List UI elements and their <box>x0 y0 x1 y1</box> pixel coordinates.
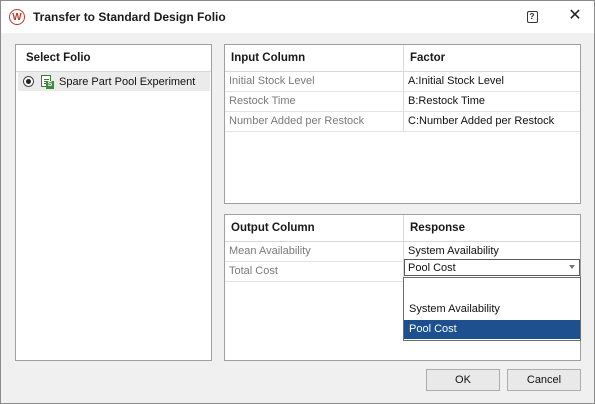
input-column-cell: Initial Stock Level <box>225 72 404 91</box>
response-dropdown-list: System Availability Pool Cost <box>403 277 581 341</box>
folio-list-item[interactable]: S Spare Part Pool Experiment <box>18 72 210 91</box>
input-mapping-grid: Input Column Factor Initial Stock Level … <box>224 44 581 204</box>
input-column-header: Input Column <box>225 45 404 71</box>
factor-column-header: Factor <box>410 52 446 64</box>
chevron-down-icon[interactable] <box>569 265 575 269</box>
folio-panel: Select Folio S Spare Part Pool Experimen… <box>15 44 212 361</box>
table-row[interactable]: Number Added per Restock C:Number Added … <box>225 112 580 132</box>
response-combobox-value: Pool Cost <box>408 262 456 274</box>
radio-selected-dot <box>26 79 31 84</box>
response-column-header: Response <box>410 222 465 234</box>
app-logo-icon: W <box>9 9 25 25</box>
folio-radio-button[interactable] <box>23 76 34 87</box>
output-grid-header: Output Column Response <box>225 215 580 242</box>
input-column-cell: Restock Time <box>225 92 404 111</box>
design-folio-icon: S <box>40 74 54 89</box>
help-button[interactable]: ? <box>525 10 539 24</box>
dialog-title: Transfer to Standard Design Folio <box>33 10 226 24</box>
input-grid-header: Input Column Factor <box>225 45 580 72</box>
factor-cell[interactable]: C:Number Added per Restock <box>404 112 580 131</box>
factor-cell[interactable]: A:Initial Stock Level <box>404 72 580 91</box>
folio-panel-header: Select Folio <box>16 45 211 72</box>
ok-button[interactable]: OK <box>426 369 500 391</box>
factor-cell[interactable]: B:Restock Time <box>404 92 580 111</box>
dropdown-option-system-availability[interactable]: System Availability <box>404 300 580 319</box>
folio-item-label: Spare Part Pool Experiment <box>59 75 196 88</box>
output-column-header: Output Column <box>225 215 404 241</box>
input-column-cell: Number Added per Restock <box>225 112 404 131</box>
table-row[interactable]: Initial Stock Level A:Initial Stock Leve… <box>225 72 580 92</box>
response-combobox[interactable]: Pool Cost <box>404 259 580 276</box>
dropdown-option-empty[interactable] <box>404 280 580 299</box>
cancel-button[interactable]: Cancel <box>507 369 581 391</box>
output-column-cell: Mean Availability <box>225 242 404 261</box>
close-icon: ✕ <box>568 7 582 24</box>
dropdown-option-pool-cost[interactable]: Pool Cost <box>404 320 580 339</box>
table-row[interactable]: Restock Time B:Restock Time <box>225 92 580 112</box>
close-button[interactable]: ✕ <box>567 8 583 24</box>
output-column-cell: Total Cost <box>225 262 404 281</box>
title-bar: W Transfer to Standard Design Folio ? ✕ <box>1 1 594 33</box>
help-icon: ? <box>526 11 538 23</box>
